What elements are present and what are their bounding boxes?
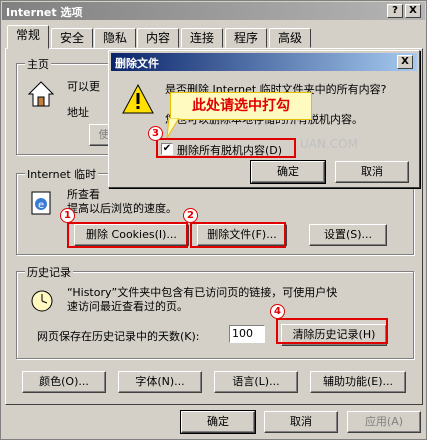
tab-programs[interactable]: 程序 [225, 28, 267, 48]
fonts-button[interactable]: 字体(N)... [118, 371, 202, 393]
history-icon [31, 290, 53, 312]
home-address-label: 地址 [67, 106, 89, 119]
history-days-value: 100 [232, 327, 253, 340]
dialog-titlebar: 删除文件 X [111, 53, 417, 71]
window-title: Internet 选项 [6, 6, 83, 19]
settings-button[interactable]: 设置(S)... [309, 224, 387, 246]
help-button[interactable]: ? [387, 4, 403, 18]
dialog-title: 删除文件 [115, 57, 159, 70]
callout-pointer [166, 118, 180, 139]
close-button[interactable]: X [405, 4, 421, 18]
marker-1: 1 [60, 208, 75, 223]
marker-3: 3 [148, 126, 163, 141]
dialog-ok-button[interactable]: 确定 [250, 160, 326, 184]
history-days-label: 网页保存在历史记录中的天数(K): [37, 330, 200, 343]
warning-icon [122, 83, 154, 114]
highlight-delete-cookies [67, 222, 188, 248]
tab-general[interactable]: 常规 [7, 25, 49, 49]
watermark: UAN.COM [300, 137, 358, 151]
cancel-button[interactable]: 取消 [264, 411, 338, 433]
history-group: 历史记录 “History”文件夹中包含有已访问页的链接，可使用户快 速访问最近… [16, 264, 414, 359]
tab-security[interactable]: 安全 [51, 28, 93, 48]
marker-2: 2 [183, 208, 198, 223]
home-group-label: 主页 [25, 56, 51, 72]
callout-check-here: 此处请选中打勾 [170, 92, 312, 120]
accessibility-button[interactable]: 辅助功能(E)... [310, 371, 406, 393]
tab-advanced[interactable]: 高级 [269, 28, 311, 48]
apply-button[interactable]: 应用(A) [347, 411, 421, 433]
dialog-cancel-button[interactable]: 取消 [335, 161, 409, 183]
languages-button[interactable]: 语言(L)... [214, 371, 298, 393]
history-days-stepper[interactable]: 100 [229, 325, 265, 343]
tab-privacy[interactable]: 隐私 [94, 28, 136, 48]
history-line-2: 速访问最近查看过的页。 [67, 300, 188, 313]
history-group-label: 历史记录 [25, 264, 73, 280]
svg-text:e: e [38, 200, 44, 211]
ok-button[interactable]: 确定 [180, 410, 256, 434]
tab-connections[interactable]: 连接 [181, 28, 223, 48]
dialog-close-button[interactable]: X [397, 55, 413, 69]
marker-4: 4 [270, 304, 285, 319]
tab-content[interactable]: 内容 [137, 28, 179, 48]
window-titlebar: Internet 选项 ? X [2, 2, 425, 20]
ie-page-icon: e [31, 191, 51, 215]
highlight-checkbox [156, 138, 296, 158]
home-desc: 可以更 [67, 80, 100, 93]
home-icon [27, 81, 55, 107]
temp-group-label: Internet 临时 [25, 166, 99, 182]
highlight-delete-files [190, 222, 286, 248]
highlight-clear-history [276, 318, 388, 344]
colors-button[interactable]: 颜色(O)... [22, 371, 106, 393]
temp-line-2: 提高以后浏览的速度。 [67, 202, 177, 215]
